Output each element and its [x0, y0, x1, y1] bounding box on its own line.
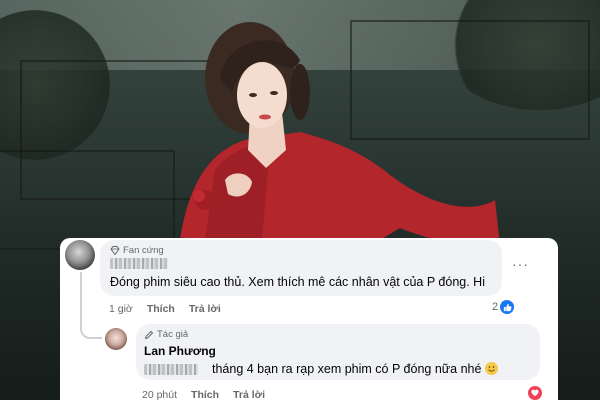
reply-like-action[interactable]: Thích	[191, 389, 219, 400]
author-badge-label: Tác giả	[157, 329, 189, 340]
comments-panel: Fan cứng Đóng phim siêu cao thủ. Xem thí…	[60, 238, 558, 400]
diamond-icon	[110, 246, 120, 255]
author-avatar[interactable]	[105, 328, 127, 350]
commenter-avatar[interactable]	[65, 240, 95, 270]
comment-text: Đóng phim siêu cao thủ. Xem thích mê các…	[110, 275, 485, 289]
fan-badge-label: Fan cứng	[123, 245, 164, 256]
reply-text: tháng 4 bạn ra rạp xem phim có P đóng nữ…	[212, 362, 498, 376]
fan-badge: Fan cứng	[110, 245, 164, 256]
reply-thread-line	[80, 272, 102, 339]
author-name[interactable]: Lan Phương	[144, 344, 216, 358]
more-options-icon[interactable]: ···	[512, 256, 529, 272]
reaction-count: 2	[492, 301, 499, 313]
reply-reaction-summary[interactable]	[528, 386, 542, 400]
author-badge: Tác giả	[144, 329, 188, 340]
reply-actions: 20 phút Thích Trả lời	[142, 389, 265, 400]
reaction-summary[interactable]: 2	[492, 300, 515, 314]
smile-emoji-icon	[484, 362, 498, 375]
comment-actions: 1 giờ Thích Trả lời	[109, 303, 221, 315]
like-action[interactable]: Thích	[147, 303, 175, 315]
love-icon	[528, 386, 542, 400]
like-icon	[500, 300, 515, 314]
reply-reply-action[interactable]: Trả lời	[233, 389, 265, 400]
pencil-icon	[144, 330, 154, 339]
blurred-mentioned-name[interactable]	[144, 364, 198, 375]
reply-time[interactable]: 20 phút	[142, 389, 177, 400]
comment-time[interactable]: 1 giờ	[109, 303, 133, 315]
blurred-commenter-name[interactable]	[110, 258, 168, 269]
reply-text-content: tháng 4 bạn ra rạp xem phim có P đóng nữ…	[212, 362, 482, 376]
comment-bubble: Fan cứng Đóng phim siêu cao thủ. Xem thí…	[100, 240, 502, 296]
reply-action[interactable]: Trả lời	[189, 303, 221, 315]
reply-bubble: Tác giả Lan Phương tháng 4 bạn ra rạp xe…	[136, 324, 540, 380]
